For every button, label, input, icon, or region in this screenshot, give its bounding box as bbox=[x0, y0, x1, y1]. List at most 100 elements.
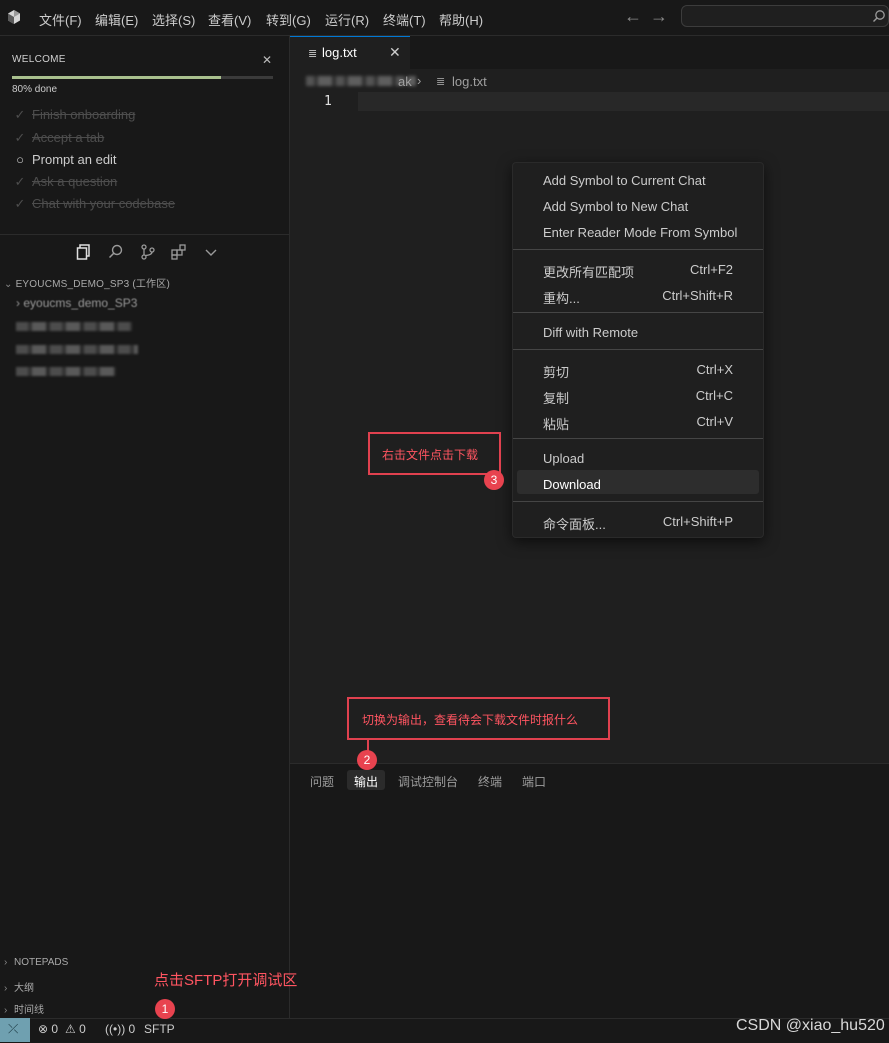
shortcut: Ctrl+Shift+P bbox=[662, 514, 733, 529]
menu-item-copy[interactable]: 复制 bbox=[543, 388, 569, 407]
section-timeline[interactable]: › 时间线 bbox=[4, 1001, 44, 1016]
arrow-left-icon[interactable]: ← bbox=[624, 6, 642, 27]
onboarding-progress-bar bbox=[12, 76, 273, 79]
menu-help[interactable]: 帮助(H) bbox=[439, 10, 483, 29]
breadcrumb-folder[interactable]: ak bbox=[398, 74, 412, 89]
menu-goto[interactable]: 转到(G) bbox=[266, 10, 311, 29]
menu-terminal[interactable]: 终端(T) bbox=[383, 10, 426, 29]
search-icon[interactable] bbox=[107, 243, 125, 261]
menu-item-diff-with-remote[interactable]: Diff with Remote bbox=[543, 325, 638, 340]
menu-file[interactable]: 文件(F) bbox=[39, 10, 82, 29]
error-count: 0 bbox=[51, 1022, 59, 1036]
menu-run[interactable]: 运行(R) bbox=[325, 10, 369, 29]
section-label: NOTEPADS bbox=[14, 957, 69, 968]
warning-count: 0 bbox=[79, 1022, 86, 1036]
chevron-down-icon[interactable] bbox=[202, 243, 220, 261]
tree-root-folder[interactable]: › eyoucms_demo_SP3 bbox=[16, 296, 137, 310]
panel-tab-problems[interactable]: 问题 bbox=[310, 773, 334, 790]
chevron-down-icon: ⌄ bbox=[4, 279, 16, 290]
shortcut: Ctrl+V bbox=[696, 414, 733, 429]
context-menu: Add Symbol to Current Chat Add Symbol to… bbox=[512, 162, 764, 538]
menu-item-add-symbol-new-chat[interactable]: Add Symbol to New Chat bbox=[543, 199, 688, 214]
chevron-right-icon: › bbox=[4, 983, 8, 994]
check-icon: ✓ bbox=[14, 174, 26, 189]
chevron-right-icon: › bbox=[16, 296, 20, 310]
shortcut: Ctrl+C bbox=[695, 388, 733, 403]
menu-separator bbox=[513, 438, 763, 439]
warnings-indicator[interactable]: ⚠ 0 bbox=[65, 1022, 86, 1036]
menu-item-cut[interactable]: 剪切 bbox=[543, 362, 569, 381]
menu-item-reader-mode[interactable]: Enter Reader Mode From Symbol bbox=[543, 225, 737, 240]
close-icon[interactable]: ✕ bbox=[389, 44, 401, 61]
sftp-status-item[interactable]: SFTP bbox=[144, 1022, 175, 1036]
menu-separator bbox=[513, 501, 763, 502]
task-label: Ask a question bbox=[32, 174, 118, 189]
ports-indicator[interactable]: ((•)) 0 bbox=[105, 1022, 135, 1036]
onboarding-progress-fill bbox=[12, 76, 221, 79]
panel-tab-debug-console[interactable]: 调试控制台 bbox=[398, 773, 458, 790]
menu-item-change-all-occurrences[interactable]: 更改所有匹配项 bbox=[543, 262, 634, 281]
task-chat-codebase[interactable]: ✓ Chat with your codebase bbox=[12, 196, 176, 214]
menu-item-add-symbol-current-chat[interactable]: Add Symbol to Current Chat bbox=[543, 173, 706, 188]
shortcut: Ctrl+Shift+R bbox=[662, 288, 733, 303]
task-prompt-edit[interactable]: ○ Prompt an edit bbox=[12, 152, 117, 170]
menu-item-download[interactable]: Download bbox=[543, 477, 601, 492]
menu-separator bbox=[513, 312, 763, 313]
close-icon[interactable]: ✕ bbox=[262, 53, 272, 67]
folder-label: eyoucms_demo_SP3 bbox=[23, 296, 138, 310]
task-label: Prompt an edit bbox=[32, 152, 117, 167]
check-icon: ✓ bbox=[14, 107, 26, 122]
task-ask-question[interactable]: ✓ Ask a question bbox=[12, 174, 118, 192]
command-center-search[interactable] bbox=[681, 5, 889, 27]
task-label: Accept a tab bbox=[32, 130, 105, 145]
menu-separator bbox=[513, 349, 763, 350]
section-notepads[interactable]: › NOTEPADS bbox=[4, 957, 68, 968]
ports-count: 0 bbox=[128, 1022, 136, 1036]
explorer-workspace-header[interactable]: ⌄ EYOUCMS_DEMO_SP3 (工作区) bbox=[4, 275, 170, 290]
menu-item-command-palette[interactable]: 命令面板... bbox=[543, 514, 606, 533]
chevron-right-icon: › bbox=[4, 957, 8, 968]
check-icon: ✓ bbox=[14, 130, 26, 145]
chevron-right-icon: › bbox=[4, 1005, 8, 1016]
errors-indicator[interactable]: ⊗ 0 bbox=[38, 1022, 58, 1036]
circle-icon: ○ bbox=[16, 152, 24, 167]
workspace-name: EYOUCMS_DEMO_SP3 (工作区) bbox=[15, 279, 170, 290]
explorer-icon[interactable] bbox=[75, 243, 93, 261]
line-number: 1 bbox=[324, 94, 332, 109]
source-control-icon[interactable] bbox=[139, 243, 157, 261]
welcome-title: WELCOME bbox=[12, 54, 66, 65]
section-label: 大纲 bbox=[14, 983, 34, 994]
menu-item-refactor[interactable]: 重构... bbox=[543, 288, 580, 307]
chevron-right-icon: › bbox=[417, 73, 422, 88]
search-icon bbox=[873, 10, 885, 22]
breadcrumb-file[interactable]: log.txt bbox=[452, 74, 487, 89]
panel-tab-ports[interactable]: 端口 bbox=[522, 773, 546, 790]
section-outline[interactable]: › 大纲 bbox=[4, 979, 34, 994]
section-label: 时间线 bbox=[14, 1005, 44, 1016]
shortcut: Ctrl+F2 bbox=[690, 262, 733, 277]
menu-edit[interactable]: 编辑(E) bbox=[95, 10, 138, 29]
blurred-tree-item bbox=[16, 345, 138, 354]
remote-icon: ⤫ bbox=[8, 1021, 19, 1036]
arrow-right-icon[interactable]: → bbox=[650, 6, 668, 27]
panel-tab-output[interactable]: 输出 bbox=[354, 773, 378, 790]
annotation-text-step3: 右击文件点击下载 bbox=[382, 448, 479, 462]
watermark: CSDN @xiao_hu520 bbox=[736, 1017, 885, 1034]
task-label: Finish onboarding bbox=[32, 107, 136, 122]
task-accept-tab[interactable]: ✓ Accept a tab bbox=[12, 130, 105, 148]
task-finish-onboarding[interactable]: ✓ Finish onboarding bbox=[12, 107, 136, 125]
extensions-icon[interactable] bbox=[170, 243, 188, 261]
broadcast-icon: ((•)) bbox=[105, 1022, 126, 1036]
warning-icon: ⚠ bbox=[65, 1022, 76, 1036]
current-line-highlight bbox=[358, 92, 889, 111]
menu-view[interactable]: 查看(V) bbox=[208, 10, 251, 29]
check-icon: ✓ bbox=[14, 196, 26, 211]
panel-tab-terminal[interactable]: 终端 bbox=[478, 773, 502, 790]
app-logo-icon bbox=[8, 10, 20, 24]
error-icon: ⊗ bbox=[38, 1022, 49, 1036]
file-lines-icon: ≣ bbox=[308, 48, 318, 60]
menu-selection[interactable]: 选择(S) bbox=[152, 10, 195, 29]
menu-item-upload[interactable]: Upload bbox=[543, 451, 584, 466]
annotation-badge-step2: 2 bbox=[357, 750, 377, 770]
menu-item-paste[interactable]: 粘贴 bbox=[543, 414, 569, 433]
